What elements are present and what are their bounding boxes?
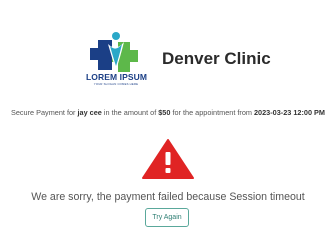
- payment-prefix: Secure Payment for: [10, 108, 78, 117]
- clinic-logo: LOREM IPSUM YOUR SLOGAN COMES HERE: [86, 30, 148, 92]
- try-again-button[interactable]: Try Again: [145, 208, 189, 227]
- payment-middle-1: in the amount of: [101, 108, 159, 117]
- clinic-header: LOREM IPSUM YOUR SLOGAN COMES HERE Denve…: [0, 30, 336, 94]
- patient-name: jay cee: [77, 108, 102, 117]
- clinic-name: Denver Clinic: [162, 49, 271, 68]
- payment-middle-2: for the appointment from: [170, 108, 254, 117]
- error-message: We are sorry, the payment failed because…: [31, 191, 305, 203]
- warning-icon: [141, 138, 195, 180]
- logo-text: LOREM IPSUM: [86, 72, 148, 82]
- appointment-datetime: 2023-03-23 12:00 PM: [254, 108, 325, 117]
- medical-cross-icon: [90, 32, 138, 72]
- payment-amount: $50: [158, 108, 171, 117]
- payment-summary: Secure Payment for jay cee in the amount…: [0, 108, 336, 117]
- logo-tagline: YOUR SLOGAN COMES HERE: [93, 82, 139, 86]
